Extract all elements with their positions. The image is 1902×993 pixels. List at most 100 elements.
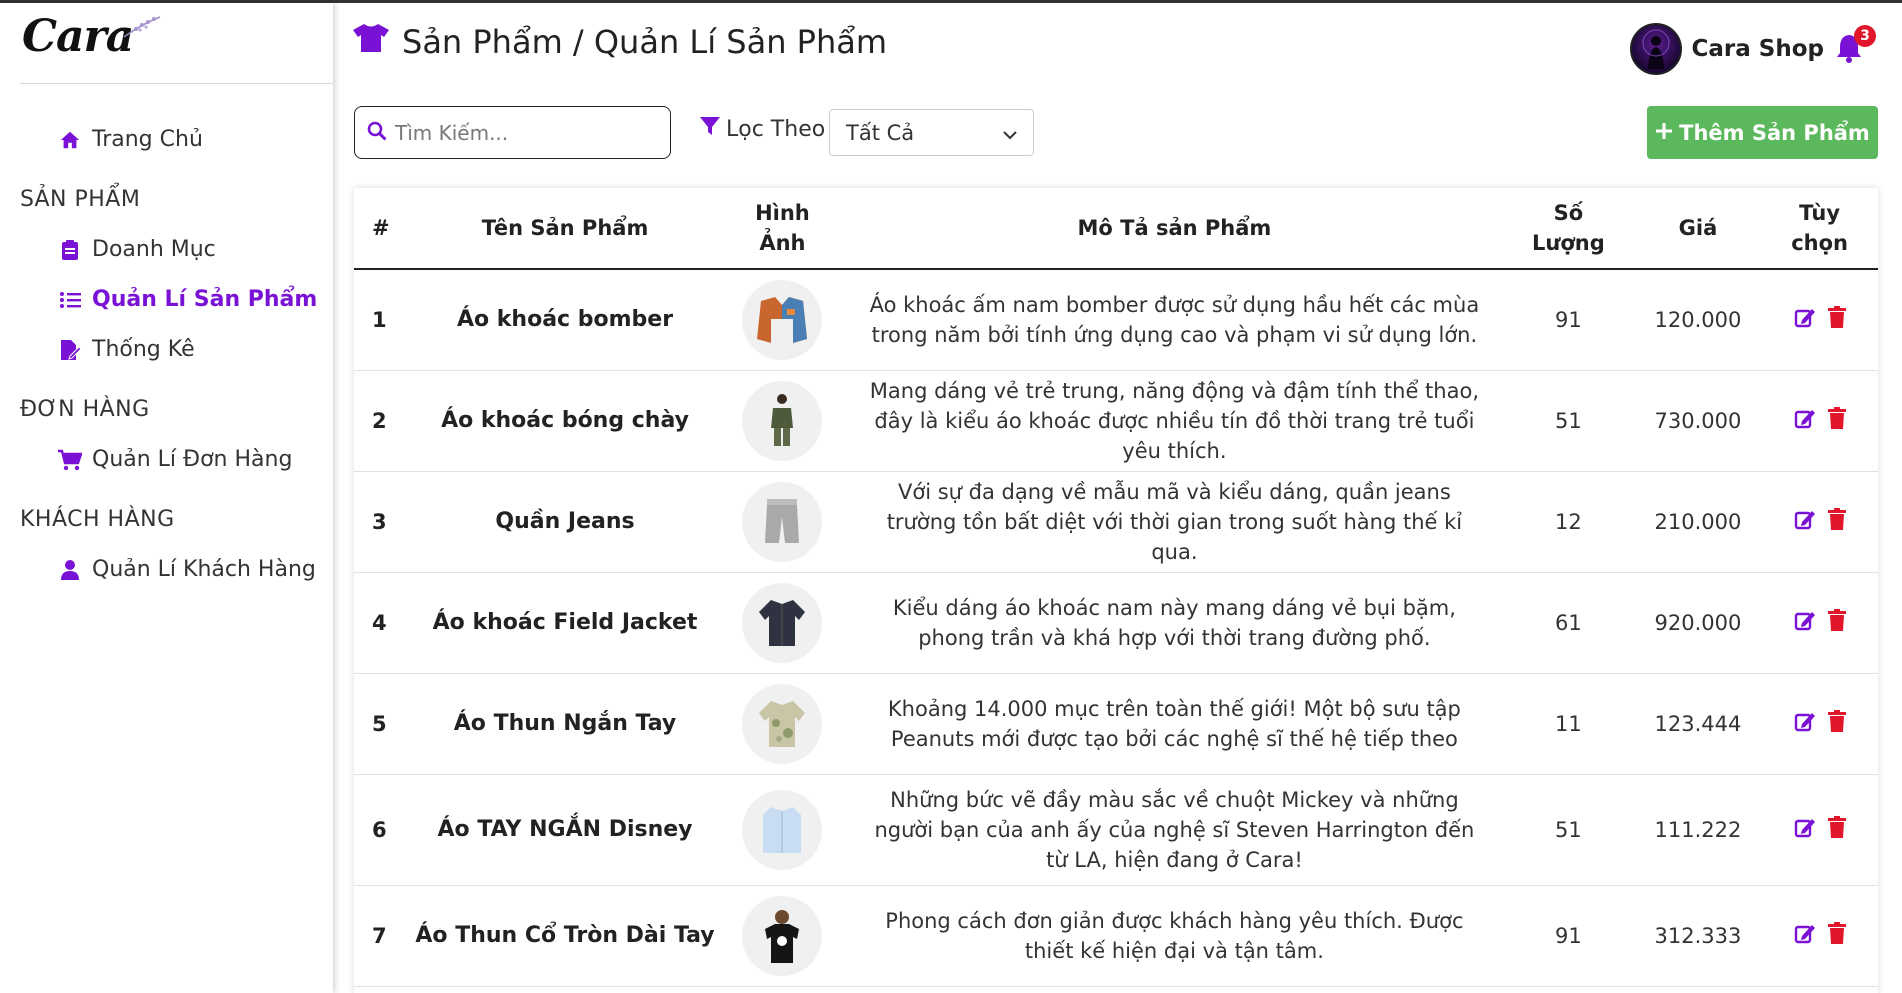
person-icon bbox=[742, 380, 823, 461]
sidebar-item-label: Trang Chủ bbox=[92, 127, 203, 152]
row-index: 1 bbox=[354, 269, 412, 371]
notification-badge: 3 bbox=[1854, 25, 1876, 47]
page-title: Sản Phẩm / Quản Lí Sản Phẩm bbox=[352, 23, 887, 61]
col-header-description: Mô Tả sản Phẩm bbox=[846, 188, 1503, 270]
product-description: Mang dáng vẻ trẻ trung, năng động và đậm… bbox=[846, 370, 1503, 472]
avatar-figure-icon bbox=[1642, 29, 1670, 69]
table-row: 3 Quần Jeans Với sự đa dạng về mẫu mã và… bbox=[354, 471, 1878, 573]
product-price: 730.000 bbox=[1634, 370, 1762, 472]
filter-label: Lọc Theo bbox=[700, 116, 825, 142]
product-price: 123.444 bbox=[1634, 673, 1762, 775]
product-quantity: 61 bbox=[1502, 572, 1635, 674]
add-product-button[interactable]: Thêm Sản Phẩm bbox=[1647, 106, 1878, 159]
product-description: Phong cách đơn giản được khách hàng yêu … bbox=[846, 885, 1503, 987]
avatar[interactable] bbox=[1629, 23, 1682, 75]
file-edit-icon bbox=[58, 338, 82, 362]
cart-icon bbox=[58, 448, 82, 472]
product-name: Áo TAY NGẮN Disney bbox=[411, 774, 719, 886]
sidebar-item-product-management[interactable]: Quản Lí Sản Phẩm bbox=[58, 287, 317, 312]
sidebar-item-order-management[interactable]: Quản Lí Đơn Hàng bbox=[58, 447, 292, 472]
lavender-sprig-icon bbox=[123, 16, 161, 38]
edit-icon[interactable] bbox=[1794, 407, 1816, 434]
product-quantity: 11 bbox=[1502, 673, 1635, 775]
sidebar: Cara Trang Chủ SẢN PHẨM Doanh Mục Quản L… bbox=[0, 3, 333, 993]
delete-icon[interactable] bbox=[1827, 407, 1846, 434]
delete-icon[interactable] bbox=[1827, 922, 1846, 949]
tshirt-icon bbox=[352, 23, 390, 61]
sidebar-item-label: Quản Lí Sản Phẩm bbox=[92, 287, 318, 312]
product-quantity: 51 bbox=[1502, 370, 1635, 472]
shop-name[interactable]: Cara Shop bbox=[1692, 36, 1824, 62]
delete-icon[interactable] bbox=[1827, 710, 1846, 737]
sidebar-item-label: Quản Lí Khách Hàng bbox=[92, 557, 316, 582]
col-header-image: Hình Ảnh bbox=[718, 188, 847, 270]
search-input[interactable] bbox=[395, 120, 655, 145]
search-box[interactable] bbox=[354, 106, 671, 159]
product-name: Áo khoác bóng chày bbox=[411, 370, 719, 472]
sidebar-item-label: Thống Kê bbox=[92, 337, 195, 362]
sidebar-divider bbox=[20, 83, 333, 84]
filter-label-text: Lọc Theo bbox=[726, 116, 826, 142]
edit-icon[interactable] bbox=[1794, 816, 1816, 843]
product-name: Áo khoác bomber bbox=[411, 269, 719, 371]
sidebar-item-customer-management[interactable]: Quản Lí Khách Hàng bbox=[58, 557, 316, 582]
product-quantity: 12 bbox=[1502, 471, 1635, 573]
delete-icon[interactable] bbox=[1827, 609, 1846, 636]
product-price: 111.222 bbox=[1634, 774, 1762, 886]
sidebar-section-customers: KHÁCH HÀNG bbox=[20, 507, 175, 532]
row-index: 5 bbox=[354, 673, 412, 775]
product-description: Khoảng 14.000 mục trên toàn thế giới! Mộ… bbox=[846, 673, 1503, 775]
table-header-row: # Tên Sản Phẩm Hình Ảnh Mô Tả sản Phẩm S… bbox=[354, 188, 1878, 270]
tshirt-person-icon bbox=[742, 895, 823, 976]
row-index: 3 bbox=[354, 471, 412, 573]
shirt-dark-icon bbox=[742, 582, 823, 663]
product-quantity: 91 bbox=[1502, 885, 1635, 987]
edit-icon[interactable] bbox=[1794, 508, 1816, 535]
edit-icon[interactable] bbox=[1794, 922, 1816, 949]
col-header-price: Giá bbox=[1634, 188, 1762, 270]
row-index: 2 bbox=[354, 370, 412, 472]
profile-area: Cara Shop 3 bbox=[1629, 23, 1876, 75]
filter-icon bbox=[700, 116, 720, 142]
product-description: Với sự đa dạng về mẫu mã và kiểu dáng, q… bbox=[846, 471, 1503, 573]
table-row: 6 Áo TAY NGẮN Disney Những bức vẽ đầy mà… bbox=[354, 774, 1878, 886]
row-index: 7 bbox=[354, 885, 412, 987]
user-icon bbox=[58, 558, 82, 582]
product-name: Quần Jeans bbox=[411, 471, 719, 573]
delete-icon[interactable] bbox=[1827, 816, 1846, 843]
shirt-light-icon bbox=[742, 789, 823, 870]
sidebar-section-orders: ĐƠN HÀNG bbox=[20, 397, 150, 422]
sidebar-item-home[interactable]: Trang Chủ bbox=[58, 127, 203, 152]
filter-selected-value: Tất Cả bbox=[846, 120, 915, 145]
product-description: Những bức vẽ đầy màu sắc về chuột Mickey… bbox=[846, 774, 1503, 886]
product-name: Áo Thun Ngắn Tay bbox=[411, 673, 719, 775]
delete-icon[interactable] bbox=[1827, 508, 1846, 535]
products-table: # Tên Sản Phẩm Hình Ảnh Mô Tả sản Phẩm S… bbox=[354, 188, 1878, 993]
sidebar-item-label: Quản Lí Đơn Hàng bbox=[92, 447, 293, 472]
row-index: 4 bbox=[354, 572, 412, 674]
product-price: 920.000 bbox=[1634, 572, 1762, 674]
edit-icon[interactable] bbox=[1794, 306, 1816, 333]
row-index: 6 bbox=[354, 774, 412, 886]
table-row: 5 Áo Thun Ngắn Tay Khoảng 14.000 mục trê… bbox=[354, 673, 1878, 775]
sidebar-item-categories[interactable]: Doanh Mục bbox=[58, 237, 216, 262]
sidebar-item-label: Doanh Mục bbox=[92, 237, 216, 262]
edit-icon[interactable] bbox=[1794, 710, 1816, 737]
add-product-label: Thêm Sản Phẩm bbox=[1679, 120, 1870, 145]
breadcrumb: Sản Phẩm / Quản Lí Sản Phẩm bbox=[402, 23, 888, 61]
shirt-floral-icon bbox=[742, 683, 823, 764]
delete-icon[interactable] bbox=[1827, 306, 1846, 333]
brand-logo[interactable]: Cara bbox=[22, 11, 161, 71]
jacket-icon bbox=[742, 279, 823, 360]
chevron-down-icon bbox=[1003, 121, 1017, 145]
table-row: 7 Áo Thun Cổ Tròn Dài Tay Phong cách đơn… bbox=[354, 885, 1878, 987]
filter-select[interactable]: Tất Cả bbox=[829, 109, 1034, 156]
product-description: Kiểu dáng áo khoác nam này mang dáng vẻ … bbox=[846, 572, 1503, 674]
sidebar-section-products: SẢN PHẨM bbox=[20, 187, 141, 212]
notification-bell[interactable]: 3 bbox=[1834, 25, 1876, 65]
product-name: Áo Thun Cổ Tròn Dài Tay bbox=[411, 885, 719, 987]
product-description: Áo khoác ấm nam bomber được sử dụng hầu … bbox=[846, 269, 1503, 371]
col-header-index: # bbox=[354, 188, 412, 270]
edit-icon[interactable] bbox=[1794, 609, 1816, 636]
sidebar-item-statistics[interactable]: Thống Kê bbox=[58, 337, 195, 362]
